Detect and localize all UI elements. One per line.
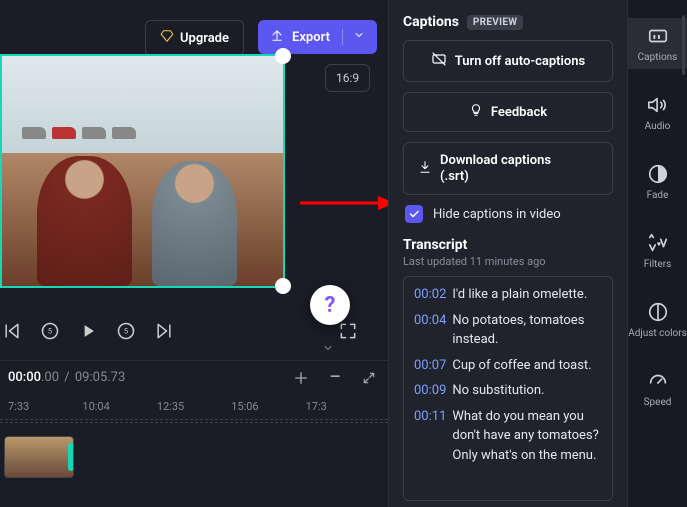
clip-thumbnail[interactable]: [4, 436, 74, 478]
transcript-line[interactable]: 00:09No substitution.: [414, 381, 602, 401]
captions-icon: [646, 24, 670, 48]
duration-time: 09:05: [75, 370, 107, 385]
preview-area: 16:9: [0, 54, 370, 299]
check-icon: [408, 208, 420, 220]
hide-captions-row: Hide captions in video: [405, 205, 613, 223]
transcript-line[interactable]: 00:04No potatoes, tomatoes instead.: [414, 311, 602, 350]
time-row: 00:00.00 / 09:05.73 −: [0, 360, 388, 394]
resize-handle-top-right[interactable]: [275, 48, 291, 64]
timeline-ruler[interactable]: 7:33 10:04 12:35 15:06 17:3: [0, 394, 388, 420]
aspect-ratio-button[interactable]: 16:9: [325, 64, 370, 92]
feedback-button[interactable]: Feedback: [403, 92, 613, 132]
export-label: Export: [292, 30, 330, 45]
audio-icon: [646, 93, 670, 117]
hide-captions-label: Hide captions in video: [433, 207, 561, 222]
transcript-list[interactable]: 00:02I'd like a plain omelette. 00:04No …: [403, 276, 613, 501]
lightbulb-icon: [469, 103, 483, 121]
export-button[interactable]: Export: [258, 20, 377, 54]
transcript-line[interactable]: 00:11What do you mean you don't have any…: [414, 407, 602, 466]
download-captions-button[interactable]: Download captions (.srt): [403, 142, 613, 195]
svg-text:5: 5: [48, 327, 52, 336]
captions-title: Captions: [403, 14, 459, 30]
transcript-line[interactable]: 00:07Cup of coffee and toast.: [414, 356, 602, 376]
play-button[interactable]: [78, 321, 98, 341]
ruler-mark: 7:33: [8, 400, 82, 413]
rail-item-speed[interactable]: Speed: [628, 363, 687, 414]
captions-off-icon: [431, 51, 447, 71]
right-rail: Captions Audio Fade Filters Adjust color…: [627, 0, 687, 507]
rewind-5-icon[interactable]: 5: [40, 321, 60, 341]
current-time: 00:00: [8, 370, 41, 385]
captions-panel: Captions PREVIEW Turn off auto-captions …: [388, 0, 627, 507]
video-thumbnail: [2, 56, 283, 286]
zoom-out-button[interactable]: −: [324, 367, 346, 389]
captions-header: Captions PREVIEW: [403, 14, 613, 30]
resize-handle-bottom-right[interactable]: [275, 278, 291, 294]
ruler-mark: 10:04: [82, 400, 156, 413]
video-frame[interactable]: [0, 54, 285, 288]
speed-icon: [646, 369, 670, 393]
download-icon: [418, 160, 432, 178]
preview-badge: PREVIEW: [467, 15, 523, 30]
rail-item-audio[interactable]: Audio: [628, 87, 687, 138]
add-button[interactable]: [290, 367, 312, 389]
rail-item-adjust-colors[interactable]: Adjust colors: [628, 294, 687, 345]
transcript-line[interactable]: 00:02I'd like a plain omelette.: [414, 285, 602, 305]
rail-item-filters[interactable]: Filters: [628, 225, 687, 276]
ruler-mark: 17:3: [306, 400, 380, 413]
svg-text:5: 5: [124, 327, 128, 336]
upgrade-label: Upgrade: [180, 31, 229, 46]
fade-icon: [646, 162, 670, 186]
fit-timeline-button[interactable]: [358, 367, 380, 389]
fullscreen-icon[interactable]: [338, 321, 358, 341]
timeline-track[interactable]: [0, 422, 388, 482]
adjust-colors-icon: [646, 300, 670, 324]
question-icon: ?: [325, 293, 336, 318]
scrollbar[interactable]: [682, 15, 685, 75]
timecode-display: 00:00.00 / 09:05.73: [8, 370, 125, 385]
ruler-mark: 12:35: [157, 400, 231, 413]
hide-captions-checkbox[interactable]: [405, 205, 423, 223]
diamond-icon: [160, 29, 174, 47]
forward-5-icon[interactable]: 5: [116, 321, 136, 341]
collapse-chevron-icon[interactable]: [320, 342, 336, 357]
turn-off-auto-captions-button[interactable]: Turn off auto-captions: [403, 40, 613, 82]
upload-icon: [270, 28, 284, 46]
filters-icon: [646, 231, 670, 255]
skip-back-icon[interactable]: [2, 321, 22, 341]
rail-item-fade[interactable]: Fade: [628, 156, 687, 207]
transcript-title: Transcript: [403, 237, 613, 253]
rail-item-captions[interactable]: Captions: [628, 18, 687, 69]
transcript-updated: Last updated 11 minutes ago: [403, 255, 613, 268]
help-button[interactable]: ?: [310, 285, 350, 325]
upgrade-button[interactable]: Upgrade: [145, 20, 244, 56]
ruler-mark: 15:06: [231, 400, 305, 413]
chevron-down-icon: [342, 29, 365, 45]
skip-forward-icon[interactable]: [154, 321, 174, 341]
